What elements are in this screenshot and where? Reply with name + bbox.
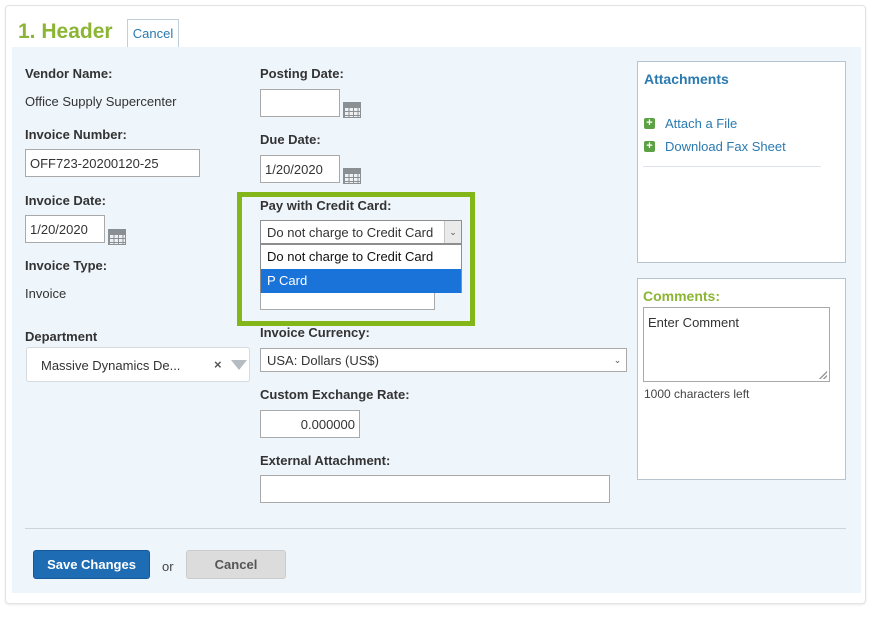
resize-handle-icon[interactable]: [819, 371, 827, 379]
chevron-down-icon[interactable]: ⌄: [609, 349, 626, 371]
exchange-rate-label: Custom Exchange Rate:: [260, 387, 410, 402]
invoice-number-field[interactable]: OFF723-20200120-25: [25, 149, 200, 177]
dropdown-option-highlighted[interactable]: P Card: [261, 269, 461, 293]
calendar-icon[interactable]: [343, 168, 361, 184]
header-cancel-button[interactable]: Cancel: [127, 19, 179, 48]
invoice-currency-label: Invoice Currency:: [260, 325, 370, 340]
or-text: or: [162, 559, 174, 574]
invoice-date-label: Invoice Date:: [25, 193, 106, 208]
attach-file-label[interactable]: Attach a File: [665, 116, 737, 131]
clear-icon[interactable]: ×: [214, 357, 222, 372]
invoice-type-value: Invoice: [25, 286, 67, 301]
vendor-name-value: Office Supply Supercenter: [25, 94, 177, 109]
comment-textarea[interactable]: Enter Comment: [643, 307, 830, 382]
department-value: Massive Dynamics De...: [41, 358, 181, 373]
attachments-box: Attachments + Attach a File + Download F…: [637, 61, 846, 263]
external-attachment-field[interactable]: [260, 475, 610, 503]
section-title: 1. Header: [18, 20, 113, 43]
external-attachment-label: External Attachment:: [260, 453, 391, 468]
due-date-field[interactable]: 1/20/2020: [260, 155, 340, 183]
department-label: Department: [25, 329, 98, 344]
dropdown-option[interactable]: Do not charge to Credit Card: [261, 245, 461, 269]
posting-date-field[interactable]: [260, 89, 340, 117]
vendor-name-label: Vendor Name:: [25, 66, 113, 81]
plus-icon: +: [644, 118, 655, 129]
comments-box: Comments: Enter Comment 1000 characters …: [637, 278, 846, 480]
attach-file-link[interactable]: + Attach a File: [644, 116, 737, 131]
caret-down-icon[interactable]: [231, 360, 247, 370]
due-date-label: Due Date:: [260, 132, 321, 147]
download-fax-sheet-label[interactable]: Download Fax Sheet: [665, 139, 786, 154]
comments-title: Comments:: [643, 288, 721, 304]
cancel-button[interactable]: Cancel: [186, 550, 286, 579]
invoice-date-field[interactable]: 1/20/2020: [25, 215, 105, 243]
posting-date-label: Posting Date:: [260, 66, 344, 81]
characters-left: 1000 characters left: [644, 387, 750, 401]
calendar-icon[interactable]: [108, 229, 126, 245]
exchange-rate-field[interactable]: 0.000000: [260, 410, 360, 438]
save-changes-button[interactable]: Save Changes: [33, 550, 150, 579]
invoice-currency-select[interactable]: USA: Dollars (US$) ⌄: [260, 348, 627, 372]
credit-card-label: Pay with Credit Card:: [260, 198, 392, 213]
footer-divider: [25, 528, 846, 529]
invoice-type-label: Invoice Type:: [25, 258, 108, 273]
divider: [643, 166, 821, 167]
credit-card-dropdown: Do not charge to Credit Card P Card: [260, 244, 462, 293]
plus-icon: +: [644, 141, 655, 152]
invoice-number-label: Invoice Number:: [25, 127, 127, 142]
invoice-currency-value: USA: Dollars (US$): [267, 352, 379, 368]
calendar-icon[interactable]: [343, 102, 361, 118]
download-fax-sheet-link[interactable]: + Download Fax Sheet: [644, 139, 786, 154]
attachments-title: Attachments: [644, 71, 729, 87]
department-select[interactable]: Massive Dynamics De... ×: [26, 347, 250, 382]
comment-placeholder: Enter Comment: [648, 315, 740, 330]
